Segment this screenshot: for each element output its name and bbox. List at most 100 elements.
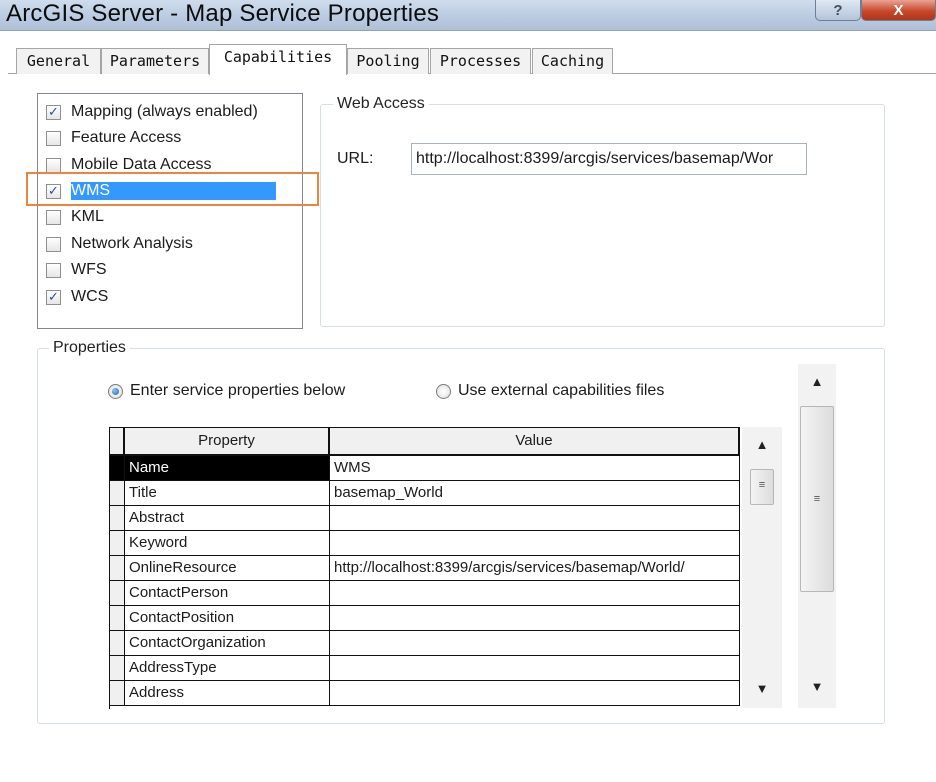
column-header-value[interactable]: Value	[330, 428, 740, 456]
up-arrow-icon[interactable]: ▲	[742, 437, 782, 452]
capability-label: Feature Access	[71, 129, 182, 146]
radio-enter-properties[interactable]: Enter service properties below	[108, 382, 345, 400]
value-cell[interactable]: basemap_World	[330, 481, 740, 506]
up-arrow-icon[interactable]: ▲	[798, 374, 836, 389]
close-button[interactable]: X	[861, 0, 936, 21]
tab-capabilities[interactable]: Capabilities	[209, 44, 347, 75]
title-bar: ArcGIS Server - Map Service Properties ?…	[0, 0, 936, 31]
capability-mobile-data-access[interactable]: Mobile Data Access	[46, 153, 212, 177]
capability-kml[interactable]: KML	[46, 205, 104, 229]
property-cell[interactable]: Abstract	[125, 506, 330, 531]
property-cell[interactable]: AddressType	[125, 656, 330, 681]
table-row[interactable]: AddressType	[110, 656, 740, 681]
table-row[interactable]: Address	[110, 681, 740, 706]
value-cell[interactable]	[330, 656, 740, 681]
capability-feature-access[interactable]: Feature Access	[46, 126, 181, 150]
checkbox-unchecked[interactable]	[46, 236, 61, 252]
row-header[interactable]	[110, 631, 125, 656]
property-cell[interactable]: ContactOrganization	[125, 631, 330, 656]
scroll-grip-icon: ≡	[813, 493, 821, 505]
checkbox-checked[interactable]: ✓	[46, 104, 61, 120]
checkbox-unchecked[interactable]	[46, 262, 61, 278]
value-cell[interactable]	[330, 631, 740, 656]
row-header[interactable]	[110, 481, 125, 506]
capability-label: WMS	[71, 182, 276, 200]
property-cell[interactable]: OnlineResource	[125, 556, 330, 581]
value-cell[interactable]: http://localhost:8399/arcgis/services/ba…	[330, 556, 740, 581]
property-cell[interactable]: Keyword	[125, 531, 330, 556]
property-cell[interactable]: Name	[125, 456, 330, 481]
checkmark-icon: ✓	[48, 289, 59, 304]
capability-wfs[interactable]: WFS	[46, 258, 107, 282]
table-row[interactable]: ContactOrganization	[110, 631, 740, 656]
url-label: URL:	[337, 150, 374, 167]
checkbox-unchecked[interactable]	[46, 209, 61, 225]
property-cell[interactable]: ContactPosition	[125, 606, 330, 631]
tab-parameters[interactable]: Parameters	[101, 48, 209, 74]
property-grid: Property Value Name WMS Title basemap_Wo…	[109, 427, 740, 709]
capability-mapping[interactable]: ✓ Mapping (always enabled)	[46, 100, 258, 124]
table-row[interactable]: Name WMS	[110, 456, 740, 481]
row-header[interactable]	[110, 506, 125, 531]
radio-external-files[interactable]: Use external capabilities files	[436, 382, 664, 400]
web-access-legend: Web Access	[333, 95, 429, 113]
properties-legend: Properties	[49, 339, 130, 357]
table-row[interactable]: ContactPerson	[110, 581, 740, 606]
down-arrow-icon[interactable]: ▼	[798, 679, 836, 694]
checkbox-checked[interactable]: ✓	[46, 183, 61, 199]
tab-pooling[interactable]: Pooling	[347, 48, 429, 74]
table-row[interactable]: OnlineResource http://localhost:8399/arc…	[110, 556, 740, 581]
table-row[interactable]: ContactPosition	[110, 606, 740, 631]
row-header[interactable]	[110, 581, 125, 606]
property-cell[interactable]: Address	[125, 681, 330, 706]
capability-label: KML	[71, 208, 104, 225]
checkbox-checked[interactable]: ✓	[46, 289, 61, 305]
url-field[interactable]: http://localhost:8399/arcgis/services/ba…	[411, 143, 807, 175]
capabilities-list: ✓ Mapping (always enabled) Feature Acces…	[37, 93, 303, 329]
help-button[interactable]: ?	[815, 0, 861, 21]
panel-scrollbar[interactable]: ▲ ≡ ▼	[798, 364, 836, 708]
tab-caching[interactable]: Caching	[532, 48, 613, 74]
table-row[interactable]: Abstract	[110, 506, 740, 531]
row-header[interactable]	[110, 656, 125, 681]
value-cell[interactable]	[330, 681, 740, 706]
checkmark-icon: ✓	[48, 104, 59, 119]
panel-scroll-thumb[interactable]: ≡	[800, 406, 834, 592]
value-cell[interactable]: WMS	[330, 456, 740, 481]
capability-wms[interactable]: ✓ WMS	[46, 179, 276, 203]
radio-unselected[interactable]	[436, 383, 451, 399]
table-row[interactable]: Keyword	[110, 531, 740, 556]
window-title: ArcGIS Server - Map Service Properties	[6, 0, 440, 27]
radio-selected[interactable]	[108, 383, 123, 399]
web-access-group	[320, 104, 885, 327]
checkbox-unchecked[interactable]	[46, 157, 61, 173]
grid-scroll-thumb[interactable]: ≡	[750, 469, 774, 505]
tab-general[interactable]: General	[16, 48, 101, 74]
capability-network-analysis[interactable]: Network Analysis	[46, 232, 193, 256]
grid-corner	[110, 428, 125, 456]
checkbox-unchecked[interactable]	[46, 130, 61, 146]
capability-label: WCS	[71, 288, 109, 305]
down-arrow-icon[interactable]: ▼	[742, 681, 782, 696]
scroll-grip-icon: ≡	[758, 479, 766, 491]
grid-scrollbar[interactable]: ▲ ≡ ▼	[742, 427, 782, 708]
capability-label: WFS	[71, 261, 107, 278]
value-cell[interactable]	[330, 506, 740, 531]
value-cell[interactable]	[330, 581, 740, 606]
row-header[interactable]	[110, 681, 125, 706]
checkmark-icon: ✓	[48, 183, 59, 198]
help-icon: ?	[833, 1, 843, 19]
property-cell[interactable]: ContactPerson	[125, 581, 330, 606]
value-cell[interactable]	[330, 606, 740, 631]
row-header[interactable]	[110, 456, 125, 481]
capability-wcs[interactable]: ✓ WCS	[46, 285, 108, 309]
row-header[interactable]	[110, 606, 125, 631]
row-header[interactable]	[110, 531, 125, 556]
tab-processes[interactable]: Processes	[430, 48, 531, 74]
table-row[interactable]: Title basemap_World	[110, 481, 740, 506]
property-cell[interactable]: Title	[125, 481, 330, 506]
radio-label: Use external capabilities files	[458, 382, 665, 399]
value-cell[interactable]	[330, 531, 740, 556]
column-header-property[interactable]: Property	[125, 428, 330, 456]
row-header[interactable]	[110, 556, 125, 581]
